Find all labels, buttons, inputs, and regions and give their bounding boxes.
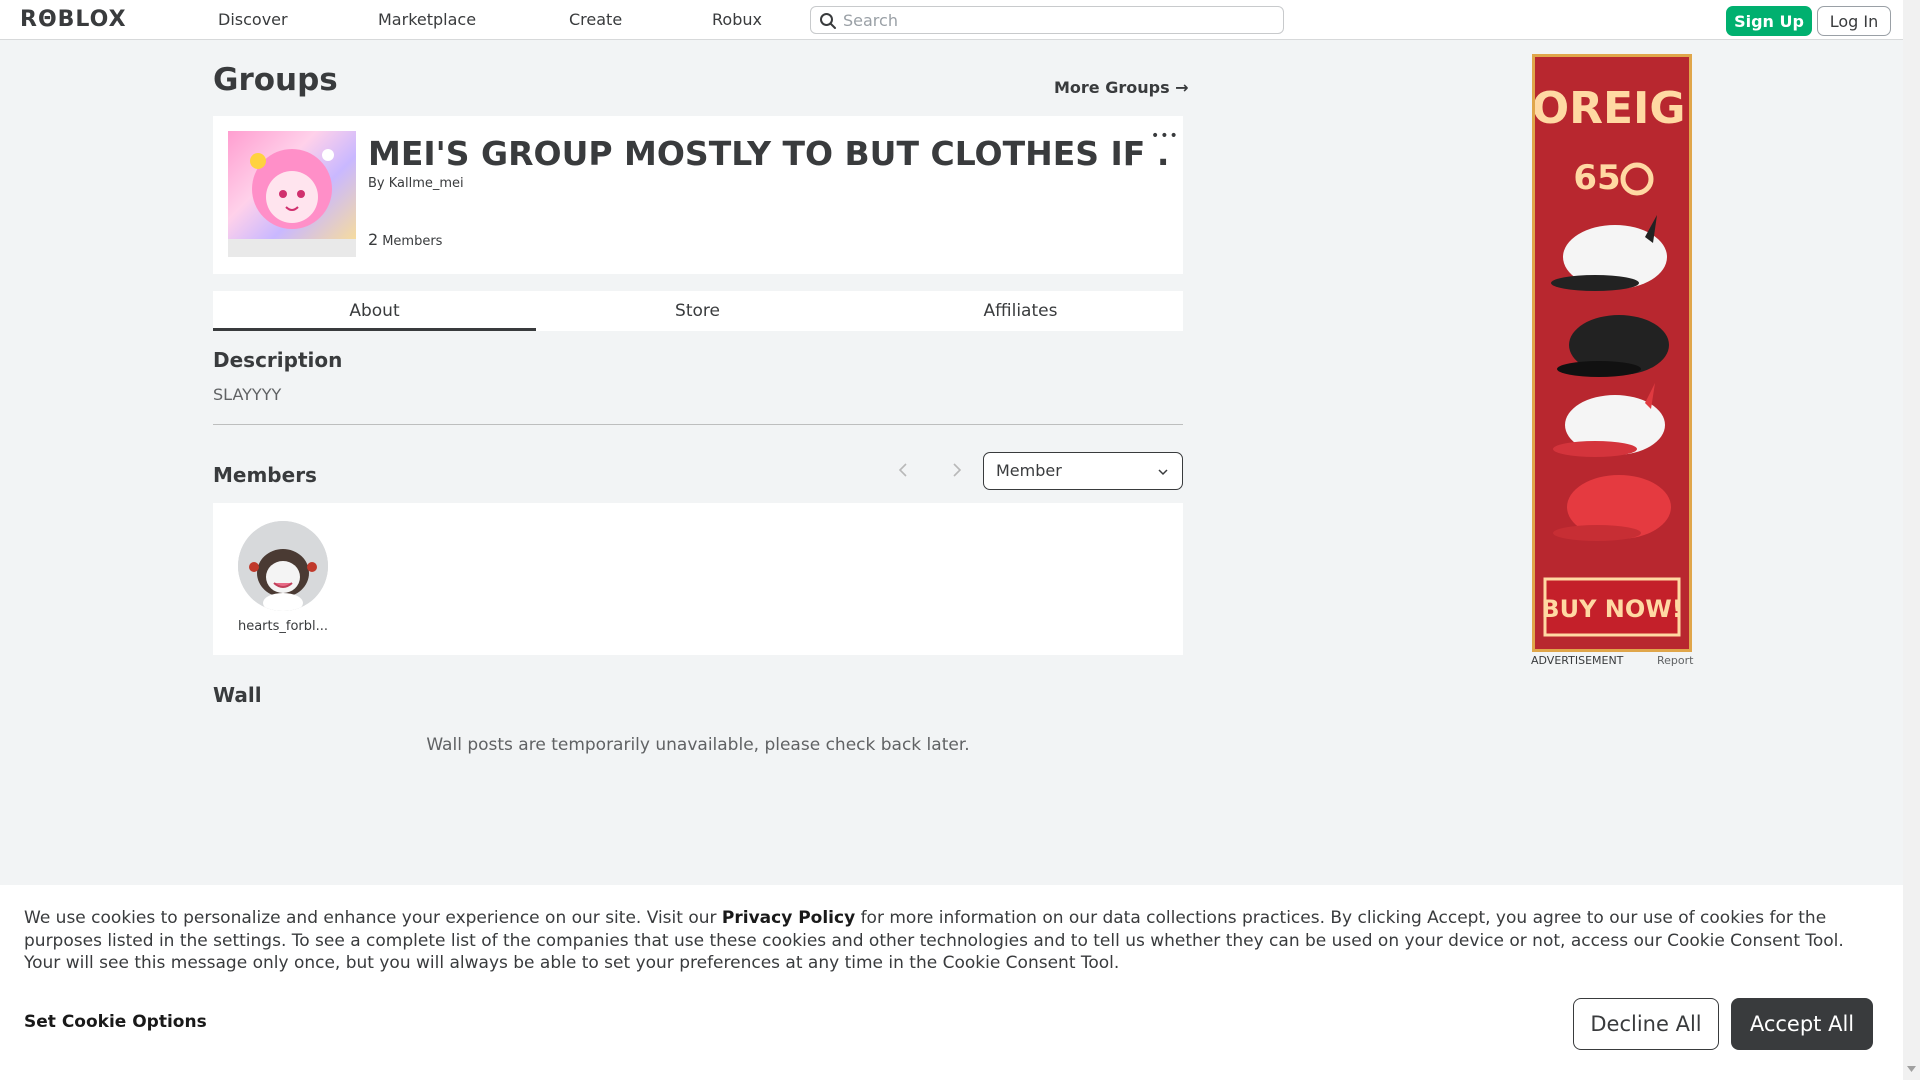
member-name[interactable]: hearts_forbl...	[233, 619, 333, 634]
page-title: Groups	[213, 62, 338, 98]
group-emblem-image	[228, 131, 356, 257]
wall-heading: Wall	[213, 683, 262, 707]
members-heading: Members	[213, 463, 317, 487]
group-name: MEI'S GROUP MOSTLY TO BUT CLOTHES IF ...	[368, 134, 1168, 173]
nav-marketplace[interactable]: Marketplace	[378, 10, 476, 29]
description-heading: Description	[213, 348, 343, 372]
log-in-button[interactable]: Log In	[1817, 6, 1891, 36]
nav-discover[interactable]: Discover	[218, 10, 288, 29]
group-tabs: About Store Affiliates	[213, 291, 1183, 331]
member-count-value: 2	[368, 230, 379, 249]
more-groups-link[interactable]: More Groups →	[1054, 78, 1189, 97]
tab-affiliates[interactable]: Affiliates	[859, 291, 1182, 331]
description-text: SLAYYYY	[213, 385, 282, 404]
group-header-card: MEI'S GROUP MOSTLY TO BUT CLOTHES IF ...…	[213, 116, 1183, 274]
cookie-consent-banner: We use cookies to personalize and enhanc…	[0, 885, 1903, 1080]
report-ad-link[interactable]: Report	[1657, 654, 1693, 667]
by-prefix: By	[368, 176, 389, 191]
search-input[interactable]	[843, 9, 1273, 31]
role-dropdown[interactable]: Member	[983, 452, 1183, 490]
nav-robux[interactable]: Robux	[712, 10, 762, 29]
group-member-count: 2 Members	[368, 230, 442, 249]
ad-headline: FOREIGN	[1535, 83, 1689, 134]
tab-store[interactable]: Store	[536, 291, 859, 331]
ad-cta: BUY NOW!	[1541, 595, 1682, 623]
avatar-headshot	[238, 521, 328, 611]
page-scrollbar[interactable]	[1903, 0, 1920, 1080]
set-cookie-options-link[interactable]: Set Cookie Options	[24, 1012, 207, 1032]
member-avatar[interactable]	[238, 521, 328, 611]
member-count-label: Members	[382, 234, 443, 249]
privacy-policy-link[interactable]: Privacy Policy	[722, 908, 855, 928]
top-nav-bar: RΘBLOX Discover Marketplace Create Robux…	[0, 0, 1920, 40]
roblox-logo[interactable]: RΘBLOX	[20, 7, 127, 32]
scroll-down-arrow-icon[interactable]	[1907, 1066, 1916, 1072]
search-box[interactable]	[810, 6, 1284, 34]
cookie-message: We use cookies to personalize and enhanc…	[24, 907, 1884, 975]
chevron-left-icon[interactable]	[894, 460, 914, 480]
wall-unavailable-message: Wall posts are temporarily unavailable, …	[426, 735, 970, 755]
role-dropdown-value: Member	[996, 461, 1062, 480]
search-icon	[820, 13, 836, 29]
section-divider	[213, 424, 1183, 425]
ad-price: 65	[1573, 158, 1620, 198]
sign-up-button[interactable]: Sign Up	[1726, 6, 1812, 36]
cookie-text-part1: We use cookies to personalize and enhanc…	[24, 908, 722, 928]
group-owner-link[interactable]: Kallme_mei	[389, 176, 464, 191]
decline-all-button[interactable]: Decline All	[1573, 998, 1719, 1050]
tab-about[interactable]: About	[213, 291, 536, 331]
chevron-right-icon[interactable]	[946, 460, 966, 480]
more-options-icon[interactable]: •••	[1151, 128, 1179, 144]
nav-create[interactable]: Create	[569, 10, 622, 29]
advertisement-banner[interactable]: FOREIGN 65 BUY NOW!	[1532, 54, 1692, 652]
anime-emblem-art	[228, 149, 356, 257]
accept-all-button[interactable]: Accept All	[1731, 998, 1873, 1050]
ad-artwork: FOREIGN 65 BUY NOW!	[1535, 57, 1689, 649]
group-owner-line: By Kallme_mei	[368, 176, 464, 191]
chevron-down-icon	[1158, 469, 1168, 476]
members-list: hearts_forbl...	[213, 503, 1183, 655]
advertisement-label: ADVERTISEMENT	[1531, 654, 1624, 667]
